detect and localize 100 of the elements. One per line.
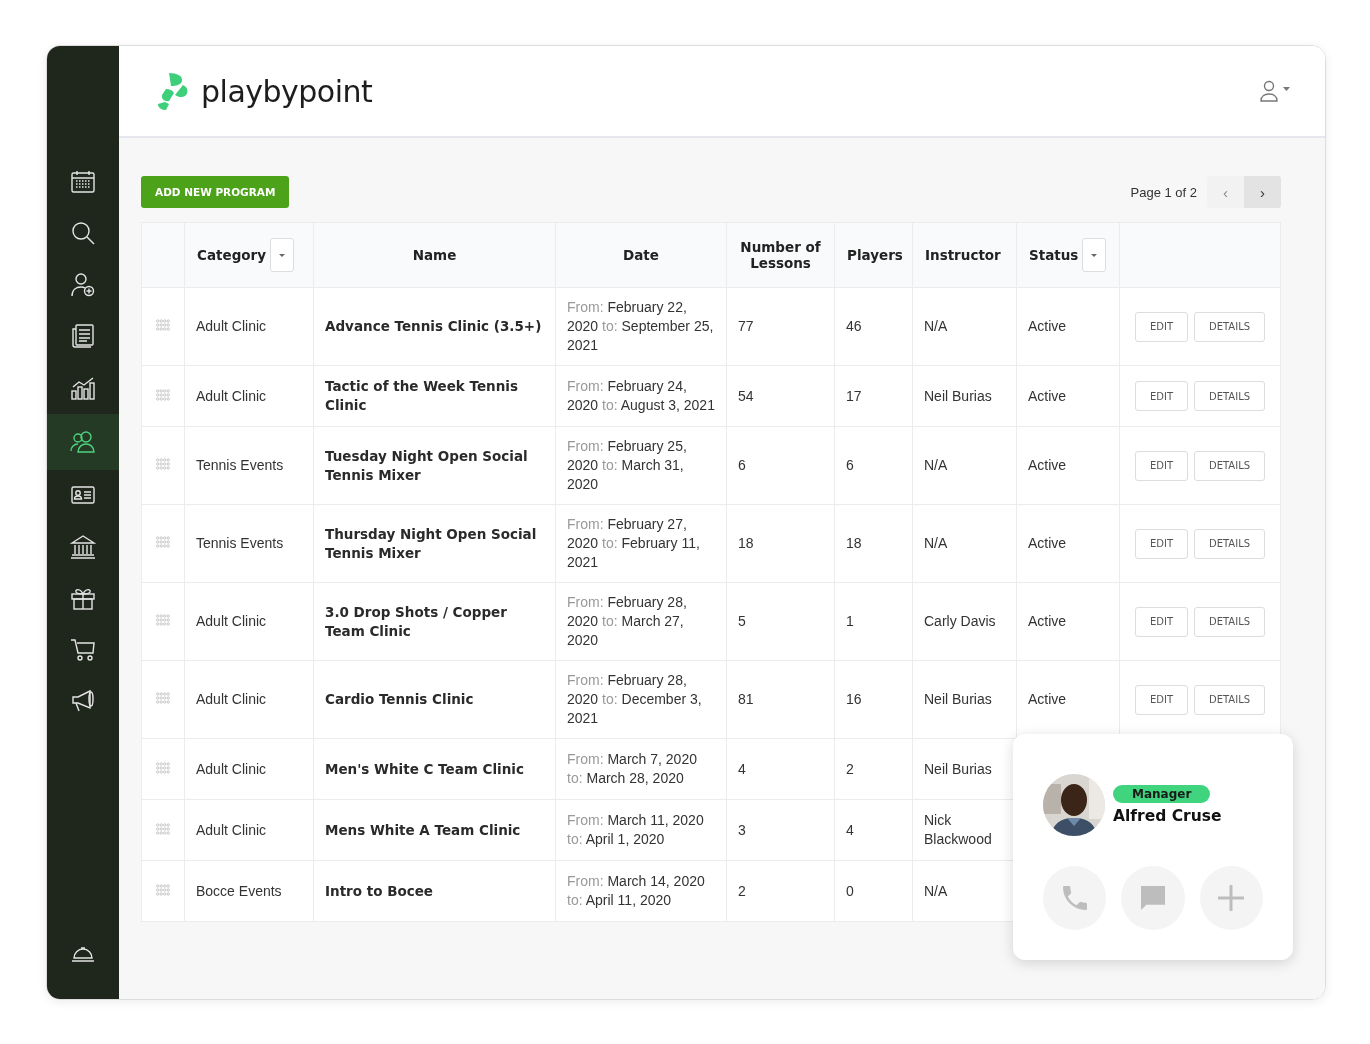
lessons-count: 54 (738, 387, 754, 404)
cart-icon (70, 636, 96, 663)
program-name: Men's White C Team Clinic (325, 760, 524, 777)
players-count: 2 (846, 760, 854, 777)
drag-handle-icon[interactable] (156, 883, 170, 896)
instructor-name: N/A (924, 535, 948, 551)
plus-icon (1216, 883, 1247, 913)
instructor-name: N/A (924, 457, 948, 473)
edit-button[interactable]: EDIT (1134, 528, 1188, 559)
category-text: Tennis Events (196, 535, 284, 551)
drag-handle-icon[interactable] (156, 458, 170, 470)
category-text: Tennis Events (196, 457, 284, 473)
category-text: Adult Clinic (196, 387, 267, 404)
program-name: 3.0 Drop Shots / Copper Team Clinic (325, 603, 507, 639)
lessons-count: 3 (738, 821, 746, 838)
category-text: Adult Clinic (196, 613, 267, 629)
players-count: 6 (846, 457, 854, 473)
status-text: Active (1028, 691, 1067, 707)
details-button[interactable]: DETAILS (1194, 528, 1266, 559)
lessons-count: 18 (738, 535, 754, 551)
details-button[interactable]: DETAILS (1194, 381, 1266, 411)
category-text: Adult Clinic (196, 760, 267, 777)
drag-handle-icon[interactable] (156, 319, 170, 331)
role-badge: Manager (1113, 785, 1211, 803)
lessons-count: 6 (738, 457, 746, 473)
column-header: Status (1029, 247, 1079, 263)
instructor-name: Neil Burias (924, 691, 992, 707)
details-button[interactable]: DETAILS (1194, 684, 1266, 715)
search-icon (70, 220, 96, 247)
date-range-text: From: February 27, 2020 to: February 11, 2021 (567, 516, 700, 570)
details-button[interactable]: DETAILS (1194, 606, 1266, 637)
instructor-name: Carly Davis (924, 613, 996, 629)
instructor-name: Nick Blackwood (924, 812, 992, 847)
program-name: Mens White A Team Clinic (325, 821, 521, 838)
date-range-text: From: March 11, 2020 to: April 1, 2020 (567, 812, 704, 847)
date-range-text: From: March 7, 2020 to: March 28, 2020 (567, 751, 697, 786)
page-indicator: Page 1 of 2 (1130, 184, 1197, 200)
date-range-text: From: February 22, 2020 to: September 25, 2021 (567, 299, 714, 353)
players-count: 4 (846, 821, 854, 838)
drag-handle-icon[interactable] (156, 761, 170, 774)
column-header: Players (847, 247, 903, 263)
category-text: Adult Clinic (196, 318, 267, 334)
calendar-icon (70, 168, 96, 195)
lessons-count: 5 (738, 613, 746, 629)
drag-handle-icon[interactable] (156, 822, 170, 835)
caret-icon (278, 252, 287, 258)
edit-button[interactable]: EDIT (1134, 606, 1188, 637)
instructor-name: Neil Burias (924, 387, 992, 404)
category-text: Bocce Events (196, 882, 282, 899)
program-name: Thursday Night Open Social Tennis Mixer (325, 525, 537, 561)
players-count: 0 (846, 882, 854, 899)
status-text: Active (1028, 457, 1067, 473)
edit-button[interactable]: EDIT (1134, 381, 1188, 411)
players-count: 17 (846, 387, 862, 404)
chart-icon (70, 374, 96, 401)
user-menu-button[interactable] (1259, 80, 1293, 102)
column-header: Instructor (925, 247, 1001, 263)
date-range-text: From: February 25, 2020 to: March 31, 2020 (567, 438, 687, 492)
edit-button[interactable]: EDIT (1134, 311, 1188, 342)
status-text: Active (1028, 387, 1067, 404)
players-count: 16 (846, 691, 862, 707)
players-count: 1 (846, 613, 854, 629)
column-header: Number of Lessons (739, 239, 822, 271)
drag-handle-icon[interactable] (156, 536, 170, 548)
drag-handle-icon[interactable] (156, 388, 170, 401)
lessons-count: 81 (738, 691, 754, 707)
date-range-text: From: February 24, 2020 to: August 3, 2021 (567, 378, 715, 413)
caret-icon (1090, 252, 1099, 258)
category-text: Adult Clinic (196, 821, 267, 838)
brand-name: playbypoint (201, 73, 373, 109)
user-plus-icon (70, 271, 96, 298)
instructor-name: N/A (924, 882, 948, 899)
details-button[interactable]: DETAILS (1194, 311, 1266, 342)
edit-button[interactable]: EDIT (1134, 450, 1188, 481)
users-nav-button[interactable] (47, 413, 119, 470)
column-header: Date (623, 247, 659, 263)
date-range-text: From: February 28, 2020 to: March 27, 2020 (567, 594, 687, 648)
edit-button[interactable]: EDIT (1134, 684, 1188, 715)
filter-dropdown-button[interactable] (270, 238, 295, 272)
program-name: Tuesday Night Open Social Tennis Mixer (325, 447, 528, 483)
players-count: 18 (846, 535, 862, 551)
drag-handle-icon[interactable] (156, 614, 170, 626)
date-range-text: From: February 28, 2020 to: December 3, 2021 (567, 672, 702, 726)
drag-handle-icon[interactable] (156, 692, 170, 704)
next-page-button[interactable]: › (1244, 176, 1281, 208)
lessons-count: 77 (738, 318, 754, 334)
status-text: Active (1028, 613, 1067, 629)
status-text: Active (1028, 535, 1067, 551)
instructor-name: Neil Burias (924, 760, 992, 777)
filter-dropdown-button[interactable] (1082, 238, 1107, 272)
instructor-name: N/A (924, 318, 948, 334)
details-button[interactable]: DETAILS (1194, 450, 1266, 481)
newspaper-icon (70, 323, 96, 350)
column-header: Category (197, 247, 267, 263)
lessons-count: 2 (738, 882, 746, 899)
column-header: Name (412, 247, 457, 263)
status-text: Active (1028, 318, 1067, 334)
program-name: Cardio Tennis Clinic (325, 691, 474, 707)
lessons-count: 4 (738, 760, 746, 777)
date-range-text: From: March 14, 2020 to: April 11, 2020 (567, 873, 705, 908)
